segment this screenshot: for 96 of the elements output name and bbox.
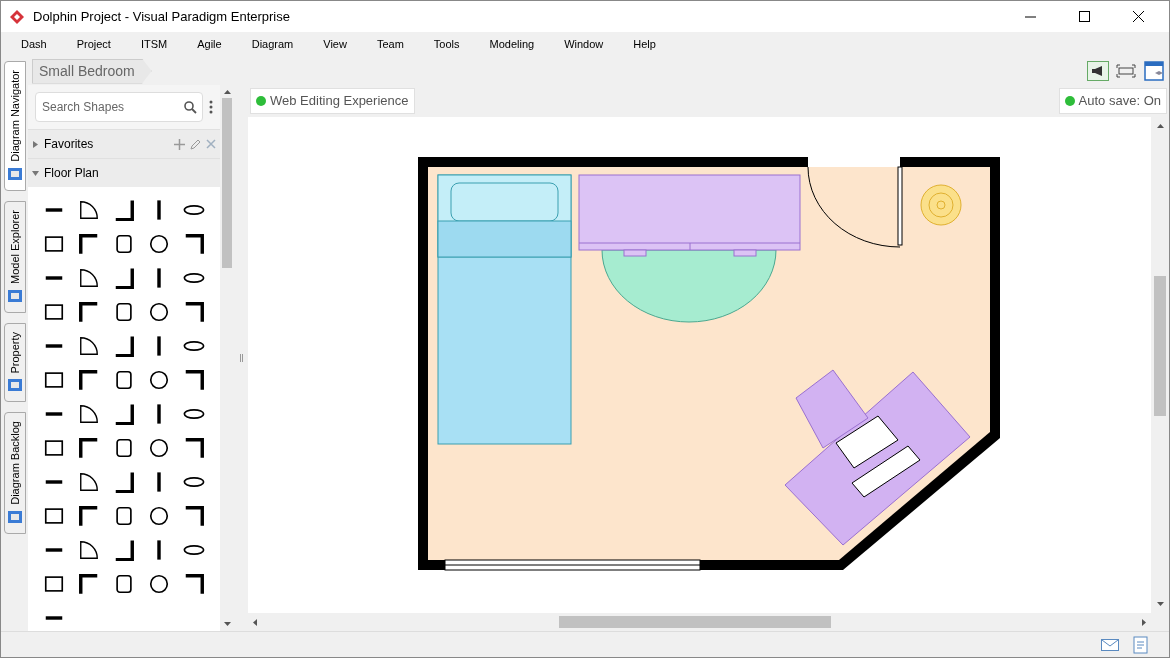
floor-plan-shape-icon[interactable] bbox=[183, 437, 206, 459]
floor-plan-shape-icon[interactable] bbox=[42, 505, 65, 527]
status-badge[interactable]: Web Editing Experience bbox=[250, 88, 415, 114]
search-icon bbox=[184, 101, 197, 114]
more-icon[interactable] bbox=[209, 100, 213, 114]
panel-icon bbox=[7, 287, 23, 304]
floor-plan-shape-icon[interactable] bbox=[183, 573, 206, 595]
floor-plan-shape-icon[interactable] bbox=[113, 403, 135, 425]
floor-plan-shape-icon[interactable] bbox=[113, 437, 135, 459]
floor-plan-shape-icon[interactable] bbox=[113, 199, 135, 221]
scrollbar-thumb[interactable] bbox=[1154, 276, 1166, 416]
panel-icon bbox=[7, 377, 23, 394]
scroll-down-icon[interactable] bbox=[1156, 602, 1164, 607]
floor-plan-shape-icon[interactable] bbox=[77, 505, 100, 527]
floor-plan-shape-icon[interactable] bbox=[113, 471, 135, 493]
floor-plan-shape-icon[interactable] bbox=[183, 233, 206, 255]
scroll-up-icon[interactable] bbox=[223, 89, 231, 94]
menu-item[interactable]: Window bbox=[552, 36, 616, 53]
floor-plan-shape-icon[interactable] bbox=[42, 573, 65, 595]
badge-label: Web Editing Experience bbox=[270, 92, 409, 111]
floor-plan-shape-icon[interactable] bbox=[183, 369, 206, 391]
floor-plan-shape-icon[interactable] bbox=[113, 233, 135, 255]
floor-plan-shape-icon[interactable] bbox=[113, 369, 135, 391]
floor-plan-shape-icon[interactable] bbox=[77, 335, 100, 357]
menu-item[interactable]: Dash bbox=[9, 36, 59, 53]
floor-plan-shape-icon[interactable] bbox=[148, 437, 171, 459]
floor-plan-shape-icon[interactable] bbox=[77, 369, 100, 391]
floor-plan-shape-icon[interactable] bbox=[113, 267, 135, 289]
window-layers-icon bbox=[1144, 61, 1164, 81]
menu-item[interactable]: ITSM bbox=[128, 36, 180, 53]
floor-plan-shape-icon[interactable] bbox=[113, 539, 135, 561]
lamp-drawing bbox=[920, 184, 962, 226]
mail-icon[interactable] bbox=[1101, 638, 1119, 651]
menu-item[interactable]: Tools bbox=[421, 36, 472, 53]
scrollbar-thumb[interactable] bbox=[559, 616, 831, 628]
group-label: Floor Plan bbox=[44, 165, 100, 182]
panel-icon bbox=[7, 165, 23, 182]
group-label: Favorites bbox=[44, 136, 95, 153]
diagram-canvas[interactable] bbox=[248, 117, 1151, 613]
menu-item[interactable]: View bbox=[311, 36, 359, 53]
menu-item[interactable]: Help bbox=[621, 36, 668, 53]
floor-plan-shape-icon[interactable] bbox=[77, 437, 100, 459]
scroll-left-icon[interactable] bbox=[252, 618, 257, 626]
menu-item[interactable]: Diagram bbox=[239, 36, 306, 53]
close-icon bbox=[1132, 11, 1144, 22]
search-field[interactable]: Search Shapes bbox=[35, 92, 203, 122]
megaphone-button[interactable] bbox=[1087, 61, 1109, 81]
floor-plan-shape-icon[interactable] bbox=[113, 335, 135, 357]
scroll-down-icon[interactable] bbox=[223, 622, 231, 627]
badge-label: Auto save: On bbox=[1078, 92, 1161, 111]
scroll-up-icon[interactable] bbox=[1156, 123, 1164, 128]
floor-plan-shape-icon[interactable] bbox=[183, 301, 206, 323]
side-tab[interactable]: Diagram Navigator bbox=[4, 61, 26, 191]
status-badge[interactable]: Auto save: On bbox=[1058, 88, 1167, 114]
megaphone-icon bbox=[1091, 65, 1105, 77]
menu-item[interactable]: Project bbox=[64, 36, 123, 53]
floor-plan-shape-icon[interactable] bbox=[77, 471, 100, 493]
scrollbar-thumb[interactable] bbox=[222, 98, 232, 268]
floor-plan-shape-icon[interactable] bbox=[77, 539, 100, 561]
side-tab[interactable]: Property bbox=[4, 322, 26, 403]
floor-plan-shape-icon[interactable] bbox=[113, 573, 135, 595]
floor-plan-shape-icon[interactable] bbox=[42, 437, 65, 459]
panel-icon bbox=[7, 509, 23, 526]
menu-item[interactable]: Team bbox=[364, 36, 416, 53]
floor-plan-shape-icon[interactable] bbox=[77, 267, 100, 289]
side-tab[interactable]: Model Explorer bbox=[4, 200, 26, 313]
caret-icon bbox=[32, 169, 39, 177]
floor-plan-shape-icon[interactable] bbox=[113, 505, 135, 527]
floor-plan-shape-icon[interactable] bbox=[77, 233, 100, 255]
floor-plan-shape-icon[interactable] bbox=[77, 573, 100, 595]
menu-item[interactable]: Agile bbox=[185, 36, 234, 53]
floor-plan-shape-icon[interactable] bbox=[148, 369, 171, 391]
window-title: Dolphin Project - Visual Paradigm Enterprise bbox=[33, 7, 291, 26]
floor-plan-shape-icon[interactable] bbox=[148, 573, 171, 595]
fit-frame-icon bbox=[1116, 64, 1136, 78]
floor-plan-shape-icon[interactable] bbox=[113, 301, 135, 323]
side-tab[interactable]: Diagram Backlog bbox=[4, 412, 26, 535]
app-logo-icon bbox=[9, 8, 25, 25]
floor-plan-shape-icon[interactable] bbox=[77, 403, 100, 425]
floor-plan-shape-icon[interactable] bbox=[42, 301, 65, 323]
floor-plan-shape-icon[interactable] bbox=[42, 233, 65, 255]
scroll-right-icon[interactable] bbox=[1142, 618, 1147, 626]
splitter-handle[interactable] bbox=[239, 354, 243, 362]
palette-group-header[interactable]: Floor Plan bbox=[28, 158, 220, 187]
floor-plan-shape-icon[interactable] bbox=[148, 233, 171, 255]
maximize-icon bbox=[1078, 11, 1090, 22]
caret-icon bbox=[32, 140, 39, 148]
floor-plan-shape-icon[interactable] bbox=[77, 199, 100, 221]
breadcrumb[interactable]: Small Bedroom bbox=[32, 58, 152, 84]
floor-plan-shape-icon[interactable] bbox=[148, 505, 171, 527]
floor-plan-shape-icon[interactable] bbox=[77, 301, 100, 323]
layers-button[interactable] bbox=[1143, 60, 1165, 82]
floor-plan-shape-icon[interactable] bbox=[148, 301, 171, 323]
floor-plan-shape-icon[interactable] bbox=[183, 505, 206, 527]
floor-plan-shape-icon[interactable] bbox=[42, 369, 65, 391]
menu-item[interactable]: Modeling bbox=[477, 36, 547, 53]
